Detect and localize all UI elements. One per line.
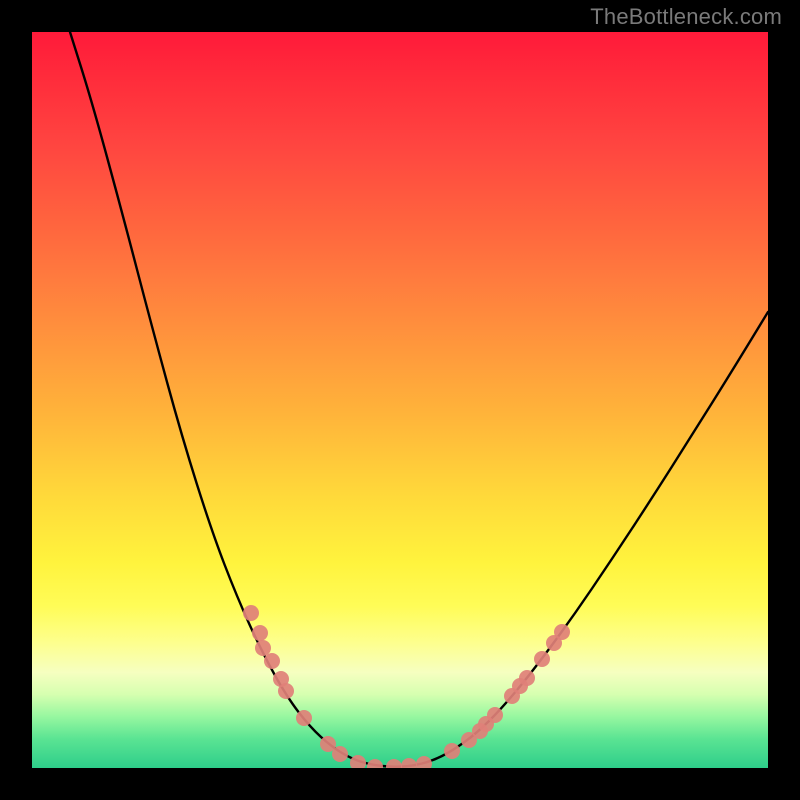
data-marker [534, 651, 550, 667]
right-marker-group [444, 624, 570, 759]
chart-frame: TheBottleneck.com [0, 0, 800, 800]
data-marker [416, 756, 432, 768]
data-marker [386, 759, 402, 768]
data-marker [444, 743, 460, 759]
data-marker [252, 625, 268, 641]
chart-svg [32, 32, 768, 768]
data-marker [296, 710, 312, 726]
data-marker [255, 640, 271, 656]
data-marker [519, 670, 535, 686]
data-marker [350, 755, 366, 768]
data-marker [554, 624, 570, 640]
data-marker [401, 758, 417, 768]
left-marker-group [243, 605, 432, 768]
data-marker [278, 683, 294, 699]
data-marker [487, 707, 503, 723]
watermark-text: TheBottleneck.com [590, 4, 782, 30]
data-marker [243, 605, 259, 621]
plot-area [32, 32, 768, 768]
data-marker [264, 653, 280, 669]
data-marker [367, 759, 383, 768]
bottleneck-curve [70, 32, 768, 767]
data-marker [332, 746, 348, 762]
